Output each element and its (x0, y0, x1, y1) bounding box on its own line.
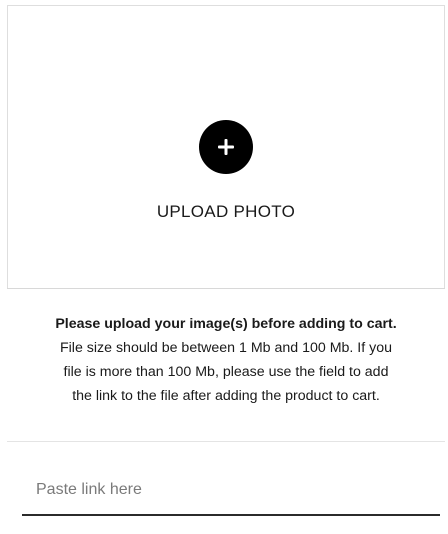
divider (7, 441, 445, 442)
paste-link-input[interactable] (22, 472, 440, 516)
photo-upload-widget: UPLOAD PHOTO Please upload your image(s)… (0, 0, 448, 534)
divider (7, 288, 445, 289)
plus-glyph (218, 139, 234, 155)
instructions-line: the link to the file after adding the pr… (72, 388, 380, 404)
upload-photo-dropzone[interactable]: UPLOAD PHOTO (7, 5, 445, 288)
plus-icon[interactable] (199, 120, 253, 174)
instructions-line: file is more than 100 Mb, please use the… (63, 364, 389, 380)
instructions-heading: Please upload your image(s) before addin… (55, 316, 397, 332)
upload-instructions: Please upload your image(s) before addin… (7, 312, 445, 408)
instructions-line: File size should be between 1 Mb and 100… (59, 340, 393, 356)
upload-photo-label[interactable]: UPLOAD PHOTO (157, 202, 295, 222)
